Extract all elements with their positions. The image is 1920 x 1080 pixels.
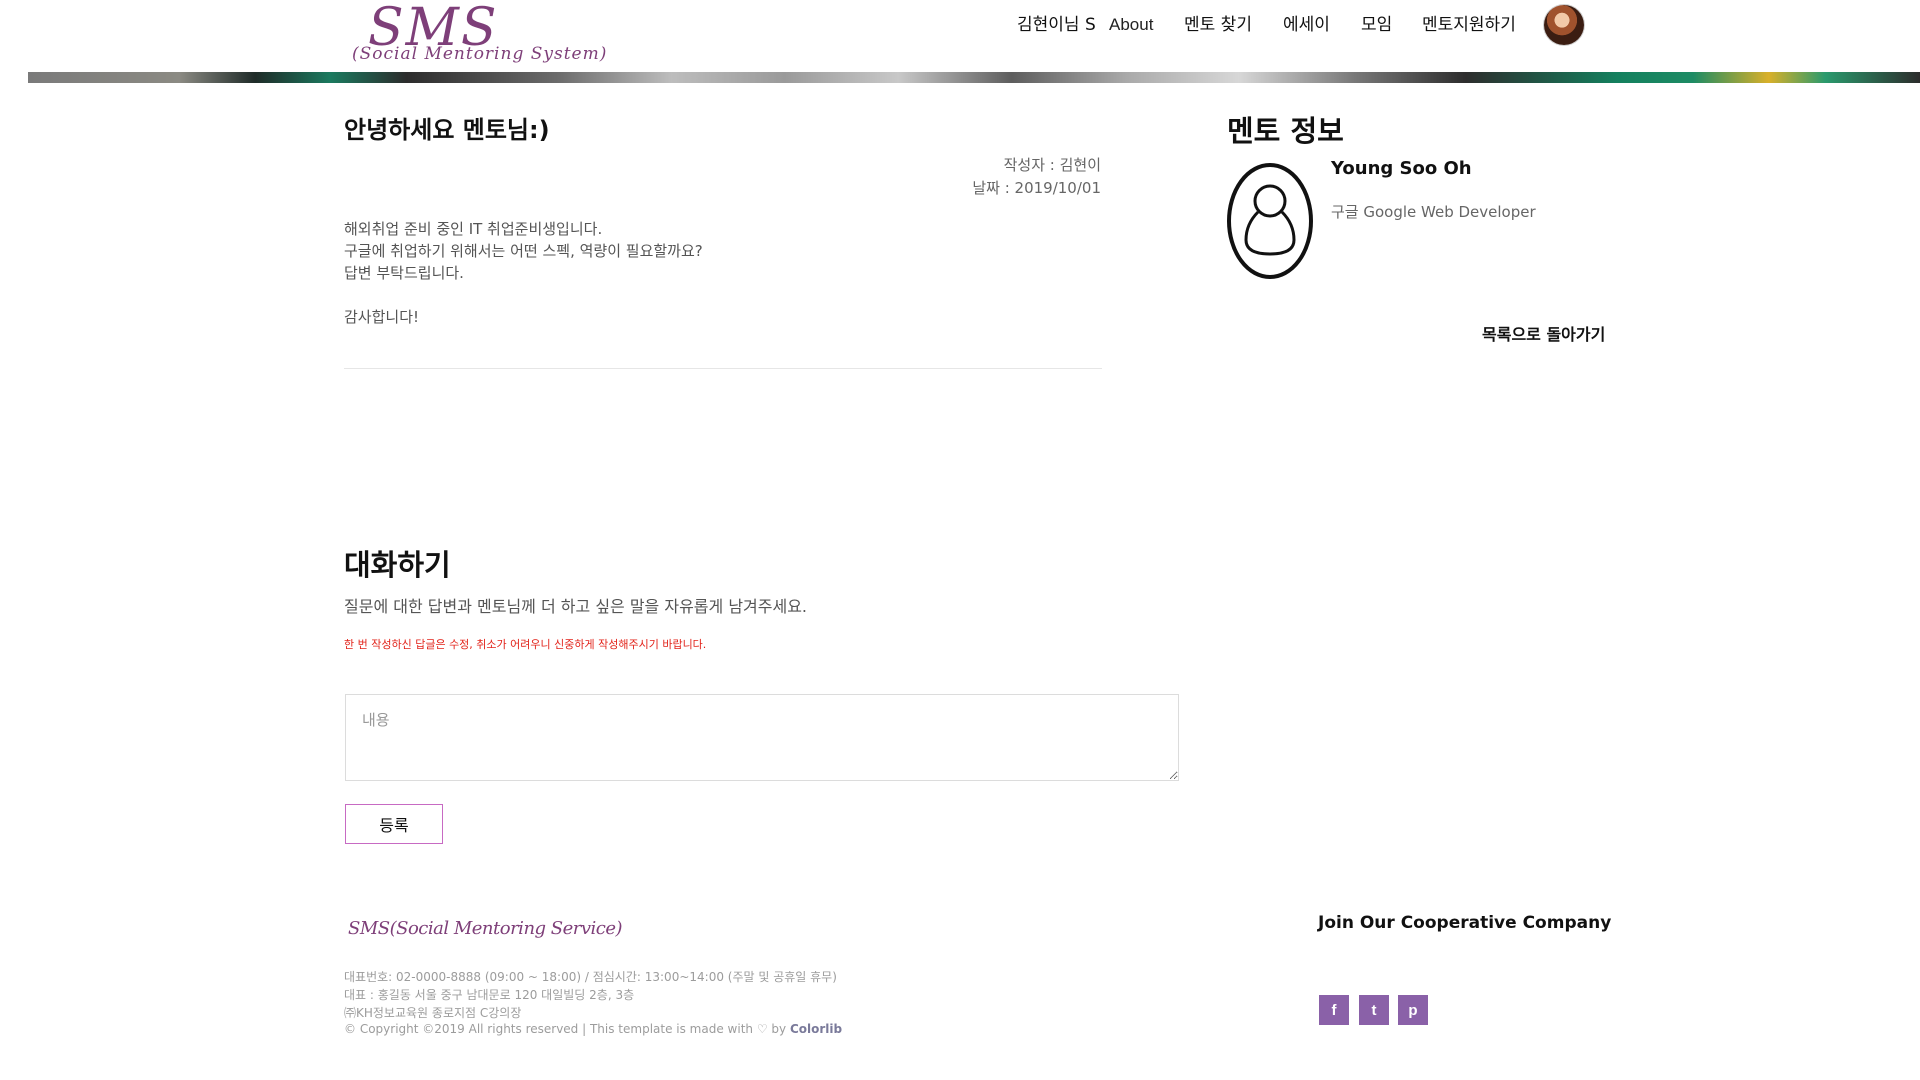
reply-textarea[interactable]	[345, 694, 1179, 781]
pinterest-icon[interactable]: p	[1398, 995, 1428, 1025]
copyright-text: © Copyright ©2019 All rights reserved | …	[344, 1022, 757, 1036]
header-banner-strip	[28, 72, 1920, 83]
chat-section-title: 대화하기	[344, 548, 451, 582]
footer-contact: 대표번호: 02-0000-8888 (09:00 ~ 18:00) / 점심시…	[344, 970, 837, 984]
post-title: 안녕하세요 멘토님:)	[344, 116, 550, 144]
site-logo-subtitle: (Social Mentoring System)	[352, 44, 608, 64]
facebook-icon[interactable]: f	[1319, 995, 1349, 1025]
mentor-name: Young Soo Oh	[1331, 158, 1472, 179]
submit-button[interactable]: 등록	[345, 804, 443, 844]
nav-meeting[interactable]: 모임	[1361, 14, 1392, 36]
nav-find-mentor[interactable]: 멘토 찾기	[1184, 14, 1252, 36]
copyright-by: by	[767, 1022, 790, 1036]
nav-about[interactable]: About	[1109, 14, 1153, 36]
join-title: Join Our Cooperative Company	[1318, 913, 1612, 933]
nav-essay[interactable]: 에세이	[1283, 14, 1330, 36]
heart-icon: ♡	[756, 1022, 768, 1036]
mentor-section-title: 멘토 정보	[1227, 114, 1344, 148]
footer-copyright: © Copyright ©2019 All rights reserved | …	[344, 1022, 842, 1036]
post-author: 작성자 : 김현이	[1003, 156, 1101, 174]
post-body-line: 답변 부탁드립니다.	[344, 264, 464, 282]
nav-user-greeting[interactable]: 김현이님 S	[1017, 14, 1096, 36]
colorlib-link[interactable]: Colorlib	[790, 1022, 842, 1036]
footer-company: ㈜KH정보교육원 종로지점 C강의장	[344, 1006, 522, 1020]
chat-description: 질문에 대한 답변과 멘토님께 더 하고 싶은 말을 자유롭게 남겨주세요.	[344, 597, 808, 616]
post-body-line: 해외취업 준비 중인 IT 취업준비생입니다.	[344, 220, 603, 238]
chat-warning: 한 번 작성하신 답글은 수정, 취소가 어려우니 신중하게 작성해주시기 바랍…	[344, 638, 707, 651]
post-body-line: 감사합니다!	[344, 308, 420, 326]
post-body-line: 구글에 취업하기 위해서는 어떤 스펙, 역량이 필요할까요?	[344, 242, 703, 260]
nav-apply-mentor[interactable]: 멘토지원하기	[1422, 14, 1516, 36]
mentor-profile-icon	[1226, 160, 1318, 282]
footer-address: 대표 : 홍길동 서울 중구 남대문로 120 대일빌딩 2층, 3층	[344, 988, 635, 1002]
post-divider	[344, 368, 1102, 369]
footer-logo: SMS(Social Mentoring Service)	[348, 918, 623, 939]
back-to-list-link[interactable]: 목록으로 돌아가기	[1482, 321, 1605, 345]
twitter-icon[interactable]: t	[1359, 995, 1389, 1025]
user-avatar[interactable]	[1544, 5, 1584, 45]
post-date: 날짜 : 2019/10/01	[972, 179, 1101, 197]
mentor-role: 구글 Google Web Developer	[1331, 203, 1536, 221]
